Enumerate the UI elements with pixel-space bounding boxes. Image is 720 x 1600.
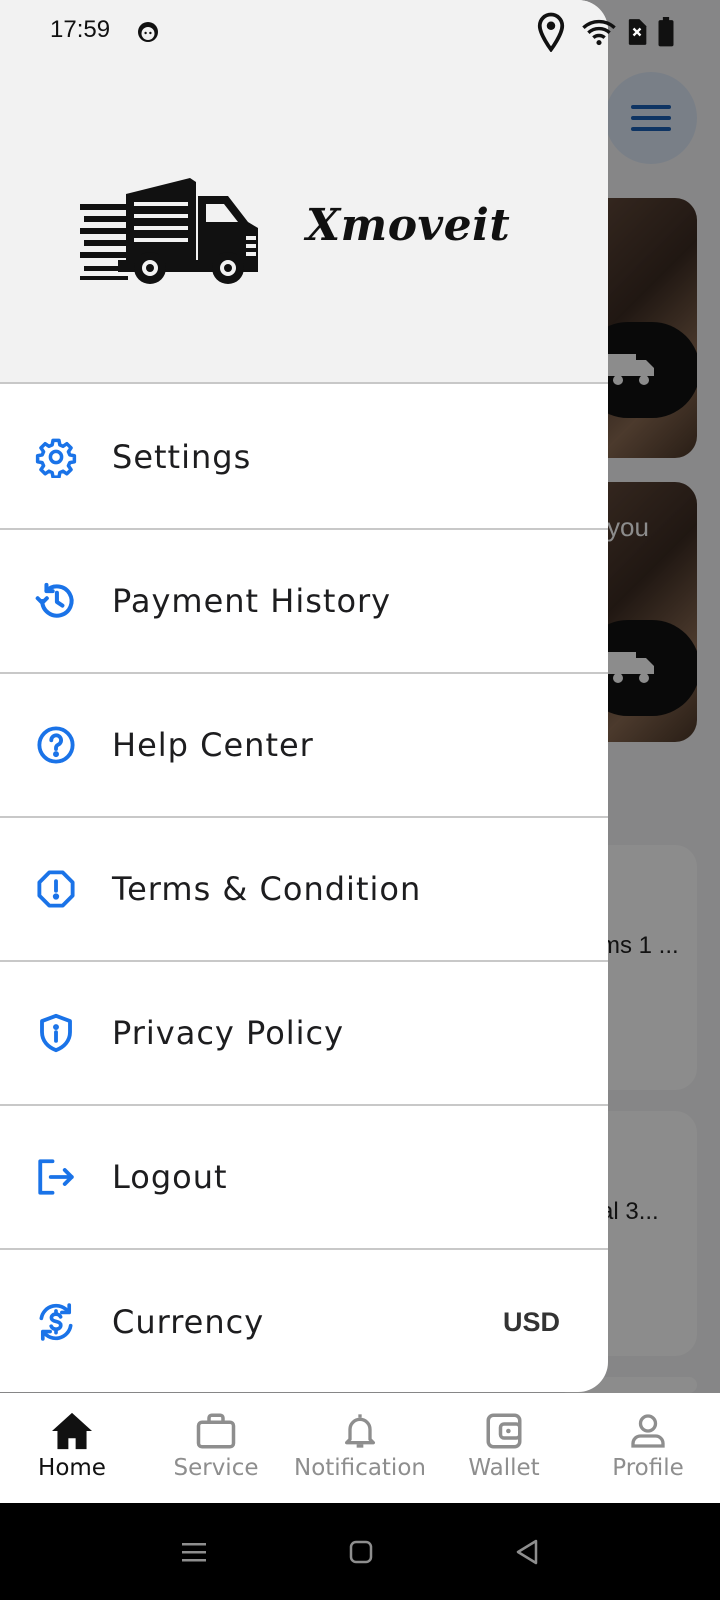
nav-home[interactable]: Home	[0, 1393, 144, 1503]
menu-item-label: Payment History	[112, 582, 392, 620]
recent-apps-icon[interactable]	[180, 1540, 208, 1564]
back-icon[interactable]	[514, 1538, 540, 1566]
navigation-drawer: Xmoveit Settings Payment History Help Ce…	[0, 0, 608, 1392]
gear-icon	[34, 435, 78, 479]
menu-item-logout[interactable]: Logout	[0, 1106, 608, 1250]
shield-info-icon	[34, 1011, 78, 1055]
drawer-menu: Settings Payment History Help Center Ter…	[0, 386, 608, 1392]
menu-item-payment-history[interactable]: Payment History	[0, 530, 608, 674]
nav-label: Wallet	[468, 1455, 540, 1481]
menu-item-label: Help Center	[112, 726, 314, 764]
wifi-icon	[582, 19, 616, 46]
person-icon	[626, 1409, 670, 1453]
menu-item-terms[interactable]: Terms & Condition	[0, 818, 608, 962]
nav-label: Home	[38, 1455, 106, 1481]
menu-item-label: Terms & Condition	[112, 870, 422, 908]
menu-item-currency[interactable]: Currency USD	[0, 1250, 608, 1392]
status-icons	[536, 12, 674, 52]
menu-item-settings[interactable]: Settings	[0, 386, 608, 530]
location-icon	[537, 12, 565, 52]
nav-wallet[interactable]: Wallet	[432, 1393, 576, 1503]
home-system-icon[interactable]	[348, 1539, 374, 1565]
menu-item-help-center[interactable]: Help Center	[0, 674, 608, 818]
menu-item-label: Currency	[112, 1303, 265, 1341]
menu-item-label: Privacy Policy	[112, 1014, 345, 1052]
truck-logo-icon	[80, 178, 258, 284]
bell-icon	[338, 1409, 382, 1453]
bottom-navigation: Home Service Notification Wallet Profile	[0, 1393, 720, 1503]
status-time: 17:59	[50, 16, 111, 43]
nav-label: Service	[173, 1455, 259, 1481]
home-icon	[50, 1409, 94, 1453]
logout-icon	[34, 1155, 78, 1199]
nav-notification[interactable]: Notification	[288, 1393, 432, 1503]
help-circle-icon	[34, 723, 78, 767]
system-navigation-bar	[0, 1503, 720, 1600]
briefcase-icon	[194, 1409, 238, 1453]
menu-item-label: Logout	[112, 1158, 228, 1196]
sim-no-signal-icon	[628, 19, 647, 45]
currency-value: USD	[502, 1306, 560, 1337]
nav-profile[interactable]: Profile	[576, 1393, 720, 1503]
nav-label: Profile	[612, 1455, 684, 1481]
face-notification-icon	[138, 22, 158, 42]
status-bar: 17:59	[0, 0, 720, 66]
alert-octagon-icon	[34, 867, 78, 911]
currency-exchange-icon	[34, 1300, 78, 1344]
battery-icon	[658, 17, 674, 47]
nav-label: Notification	[294, 1455, 426, 1481]
brand-name: Xmoveit	[306, 200, 511, 251]
menu-item-privacy-policy[interactable]: Privacy Policy	[0, 962, 608, 1106]
nav-service[interactable]: Service	[144, 1393, 288, 1503]
history-icon	[34, 579, 78, 623]
wallet-icon	[482, 1409, 526, 1453]
menu-item-label: Settings	[112, 438, 252, 476]
